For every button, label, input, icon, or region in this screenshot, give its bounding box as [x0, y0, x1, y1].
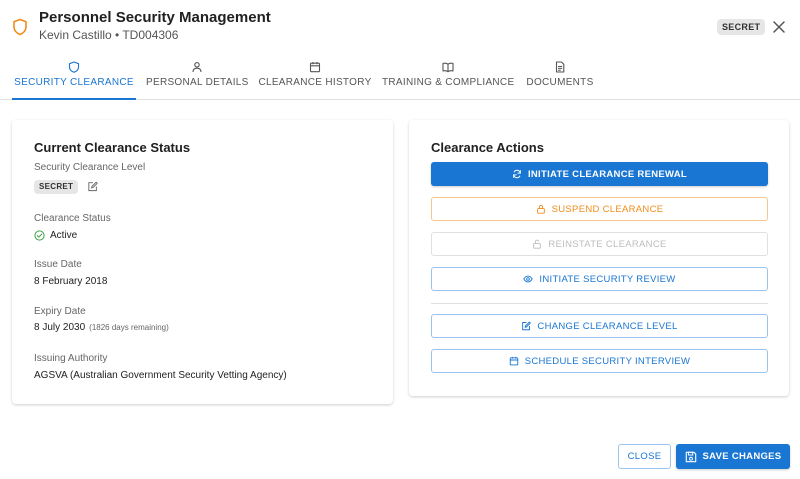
close-button[interactable]: CLOSE — [618, 444, 671, 469]
edit-icon[interactable] — [87, 181, 98, 192]
calendar-icon — [509, 356, 518, 366]
shield-icon — [13, 18, 27, 36]
unlock-icon — [533, 239, 542, 249]
button-label: INITIATE SECURITY REVIEW — [539, 273, 676, 285]
dialog-header: Personnel Security Management Kevin Cast… — [0, 0, 800, 52]
button-label: REINSTATE CLEARANCE — [548, 238, 667, 250]
authority-label: Issuing Authority — [34, 353, 108, 364]
initiate-renewal-button[interactable]: INITIATE CLEARANCE RENEWAL — [431, 162, 768, 186]
tab-bar: SECURITY CLEARANCE PERSONAL DETAILS CLEA… — [0, 55, 800, 100]
edit-icon — [522, 321, 532, 331]
clearance-status-card: Current Clearance Status Security Cleara… — [12, 120, 393, 404]
issue-date-value: 8 February 2018 — [34, 276, 108, 287]
button-label: SUSPEND CLEARANCE — [551, 203, 664, 215]
days-remaining: (1826 days remaining) — [89, 323, 169, 332]
status-label: Clearance Status — [34, 213, 111, 224]
dialog-title: Personnel Security Management — [39, 9, 271, 26]
expiry-date: 8 July 2030 (1826 days remaining) — [34, 322, 169, 333]
check-circle-icon — [34, 230, 45, 241]
actions-divider — [431, 303, 768, 304]
personnel-subtitle: Kevin Castillo • TD004306 — [39, 28, 179, 42]
tab-label: SECURITY CLEARANCE — [14, 77, 134, 88]
expiry-date-value: 8 July 2030 — [34, 322, 86, 333]
lock-icon — [536, 205, 545, 214]
person-icon — [192, 62, 202, 73]
tab-clearance-history[interactable]: CLEARANCE HISTORY — [258, 55, 372, 100]
button-label: SAVE CHANGES — [702, 451, 782, 462]
actions-card-title: Clearance Actions — [431, 140, 544, 155]
issue-date-label: Issue Date — [34, 259, 82, 270]
tab-personal-details[interactable]: PERSONAL DETAILS — [146, 55, 248, 100]
clearance-status: Active — [34, 230, 77, 241]
suspend-clearance-button[interactable]: SUSPEND CLEARANCE — [431, 197, 768, 221]
status-value: Active — [50, 230, 78, 241]
tab-documents[interactable]: DOCUMENTS — [524, 55, 596, 100]
tab-label: CLEARANCE HISTORY — [258, 77, 372, 88]
clearance-actions-card: Clearance Actions INITIATE CLEARANCE REN… — [409, 120, 789, 396]
shield-icon — [68, 61, 80, 73]
button-label: SCHEDULE SECURITY INTERVIEW — [524, 355, 691, 367]
change-level-button[interactable]: CHANGE CLEARANCE LEVEL — [431, 314, 768, 338]
eye-icon — [523, 275, 534, 283]
status-card-title: Current Clearance Status — [34, 140, 191, 155]
document-icon — [555, 61, 565, 73]
clearance-badge: SECRET — [717, 19, 766, 35]
save-changes-button[interactable]: SAVE CHANGES — [676, 444, 790, 469]
tab-security-clearance[interactable]: SECURITY CLEARANCE — [12, 55, 136, 100]
level-label: Security Clearance Level — [34, 162, 146, 173]
schedule-interview-button[interactable]: SCHEDULE SECURITY INTERVIEW — [431, 349, 768, 373]
refresh-icon — [513, 169, 521, 179]
button-label: CHANGE CLEARANCE LEVEL — [537, 320, 678, 332]
clearance-level-chip: SECRET — [34, 180, 79, 194]
button-label: INITIATE CLEARANCE RENEWAL — [527, 168, 688, 180]
book-icon — [442, 62, 454, 73]
expiry-date-label: Expiry Date — [34, 306, 86, 317]
tab-label: DOCUMENTS — [526, 77, 594, 88]
close-icon[interactable] — [770, 18, 788, 36]
calendar-icon — [309, 62, 321, 73]
tab-training-compliance[interactable]: TRAINING & COMPLIANCE — [382, 55, 514, 100]
save-icon — [685, 451, 696, 462]
initiate-review-button[interactable]: INITIATE SECURITY REVIEW — [431, 267, 768, 291]
tab-label: TRAINING & COMPLIANCE — [382, 77, 515, 88]
tab-label: PERSONAL DETAILS — [146, 77, 249, 88]
authority-value: AGSVA (Australian Government Security Ve… — [34, 370, 287, 381]
reinstate-clearance-button: REINSTATE CLEARANCE — [431, 232, 768, 256]
